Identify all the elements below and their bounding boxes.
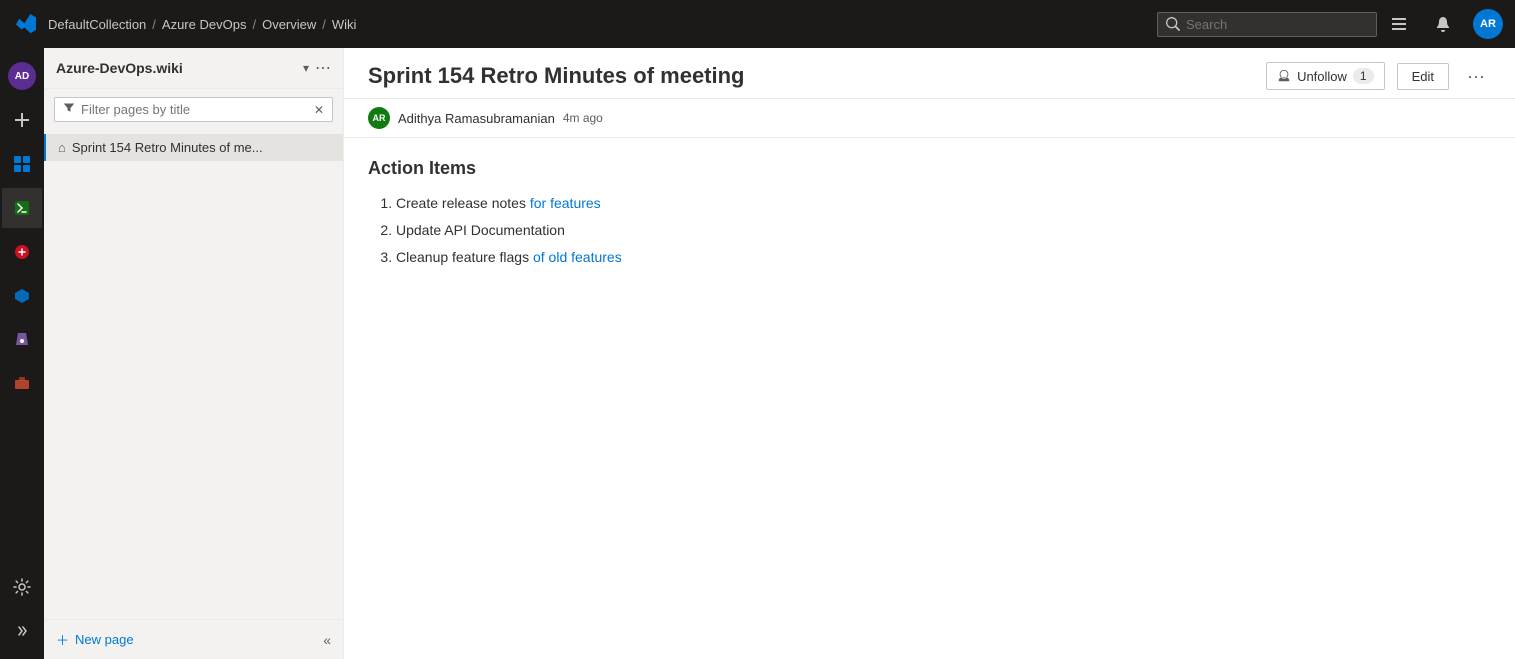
- user-avatar[interactable]: AR: [1473, 9, 1503, 39]
- unfollow-label: Unfollow: [1297, 69, 1347, 84]
- layout: AD: [0, 48, 1515, 659]
- more-options-button[interactable]: ···: [1461, 64, 1491, 89]
- wiki-sidebar-footer: ＋ New page «: [44, 619, 343, 659]
- page-item[interactable]: ⌂ Sprint 154 Retro Minutes of me...: [44, 134, 343, 161]
- section-title: Action Items: [368, 158, 1491, 179]
- action-item-2-text: Update API Documentation: [396, 222, 565, 238]
- page-label: Sprint 154 Retro Minutes of me...: [72, 140, 263, 155]
- wiki-dropdown-icon[interactable]: ▾: [303, 61, 309, 75]
- breadcrumb-wiki[interactable]: Wiki: [332, 17, 357, 32]
- page-title: Sprint 154 Retro Minutes of meeting: [368, 63, 1254, 89]
- plus-icon: ＋: [56, 630, 69, 649]
- wiki-title: Azure-DevOps.wiki: [56, 60, 297, 76]
- app-logo[interactable]: [12, 10, 40, 38]
- action-item-1-text: Create release notes: [396, 195, 530, 211]
- new-page-button[interactable]: ＋ New page: [56, 630, 134, 649]
- action-items-list: Create release notes for features Update…: [368, 193, 1491, 268]
- filter-input[interactable]: [81, 102, 308, 117]
- collapse-icon[interactable]: «: [323, 632, 331, 648]
- author-time: 4m ago: [563, 111, 603, 125]
- notification-icon[interactable]: [1429, 10, 1457, 38]
- home-icon: ⌂: [58, 140, 66, 155]
- breadcrumb-azure-devops[interactable]: Azure DevOps: [162, 17, 247, 32]
- sidebar-item-settings[interactable]: [2, 567, 42, 607]
- sidebar-item-test[interactable]: [2, 320, 42, 360]
- sidebar-item-extensions[interactable]: [2, 364, 42, 404]
- search-icon: [1166, 17, 1180, 31]
- breadcrumb: DefaultCollection / Azure DevOps / Overv…: [48, 17, 356, 32]
- author-name: Adithya Ramasubramanian: [398, 111, 555, 126]
- team-avatar: AD: [8, 62, 36, 90]
- sidebar-item-avatar[interactable]: AD: [2, 56, 42, 96]
- list-icon[interactable]: [1385, 10, 1413, 38]
- list-item: Cleanup feature flags of old features: [396, 247, 1491, 268]
- list-item: Update API Documentation: [396, 220, 1491, 241]
- list-item: Create release notes for features: [396, 193, 1491, 214]
- unfollow-button[interactable]: Unfollow 1: [1266, 62, 1385, 90]
- sidebar-item-artifacts[interactable]: [2, 276, 42, 316]
- action-item-1-link[interactable]: for features: [530, 195, 601, 211]
- filter-clear-icon[interactable]: ✕: [314, 103, 324, 117]
- main-content: Sprint 154 Retro Minutes of meeting Unfo…: [344, 48, 1515, 659]
- wiki-sidebar: Azure-DevOps.wiki ▾ ⋯ ✕ ⌂ Sprint 154 Ret…: [44, 48, 344, 659]
- author-avatar: AR: [368, 107, 390, 129]
- filter-bar[interactable]: ✕: [54, 97, 333, 122]
- content-body: Action Items Create release notes for fe…: [344, 138, 1515, 659]
- breadcrumb-overview[interactable]: Overview: [262, 17, 316, 32]
- search-input[interactable]: [1186, 17, 1346, 32]
- content-meta: AR Adithya Ramasubramanian 4m ago: [344, 99, 1515, 138]
- edit-button[interactable]: Edit: [1397, 63, 1449, 90]
- wiki-sidebar-header: Azure-DevOps.wiki ▾ ⋯: [44, 48, 343, 89]
- sidebar-item-add[interactable]: [2, 100, 42, 140]
- sidebar-item-pipelines[interactable]: [2, 232, 42, 272]
- wiki-more-button[interactable]: ⋯: [315, 58, 331, 78]
- filter-icon: [63, 102, 75, 117]
- icon-sidebar: AD: [0, 48, 44, 659]
- search-box[interactable]: [1157, 12, 1377, 37]
- action-item-3-text: Cleanup feature flags: [396, 249, 533, 265]
- sidebar-item-boards[interactable]: [2, 144, 42, 184]
- action-item-3-link[interactable]: of old features: [533, 249, 622, 265]
- top-nav: DefaultCollection / Azure DevOps / Overv…: [0, 0, 1515, 48]
- page-tree: ⌂ Sprint 154 Retro Minutes of me...: [44, 130, 343, 619]
- breadcrumb-default-collection[interactable]: DefaultCollection: [48, 17, 146, 32]
- unfollow-icon: [1277, 69, 1291, 83]
- sidebar-item-repos[interactable]: [2, 188, 42, 228]
- follower-count: 1: [1353, 68, 1374, 84]
- sidebar-item-expand[interactable]: [2, 611, 42, 651]
- nav-icons: AR: [1385, 9, 1503, 39]
- content-header: Sprint 154 Retro Minutes of meeting Unfo…: [344, 48, 1515, 99]
